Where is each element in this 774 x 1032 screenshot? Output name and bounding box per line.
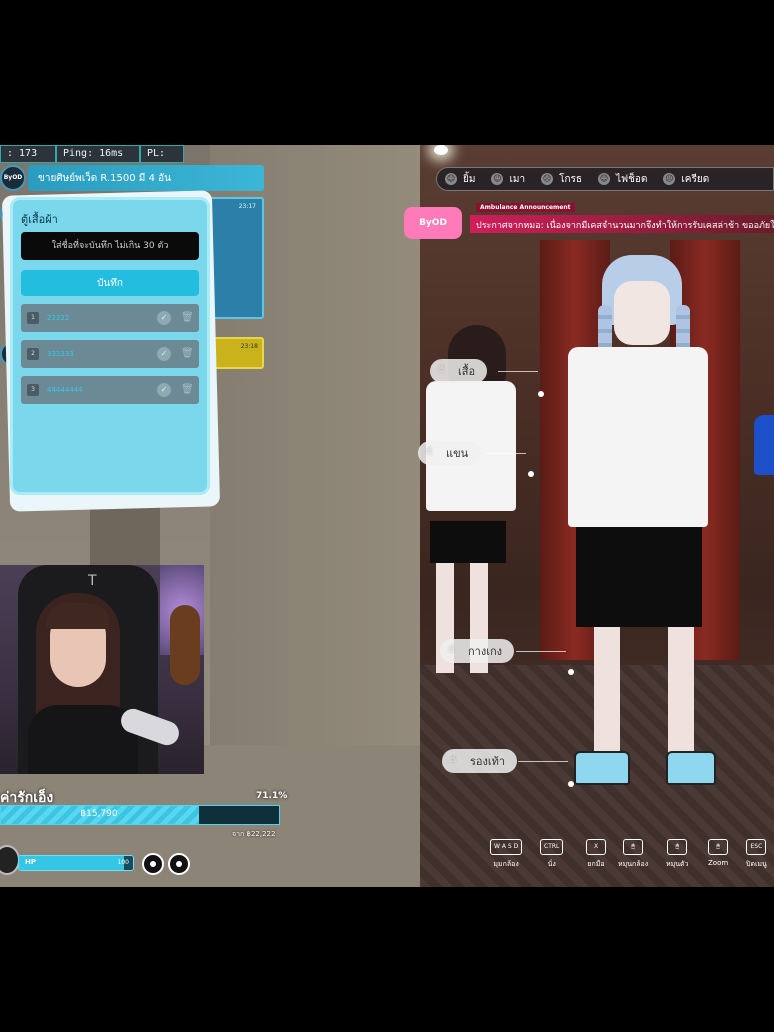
announcement-tag: Ambulance Announcement <box>476 203 575 212</box>
hint-raise-hand: X ยกมือ <box>586 833 606 870</box>
game-viewport: : 173 Ping: 16ms PL: 1% ByOD ขายศิษย์พเว… <box>0 145 774 887</box>
donation-progress-bar: ฿15,790 <box>0 805 280 825</box>
shock-icon: ☺ <box>597 173 610 185</box>
emote-smile[interactable]: ☺ ยิ้ม <box>445 172 475 187</box>
outfit-name: 333333 <box>47 350 74 358</box>
wardrobe-panel: ตู้เสื้อผ้า บันทึก 1 22222 ✓ 🗑 2 333333 … <box>10 197 210 495</box>
hint-sit: CTRL นั่ง <box>540 833 564 870</box>
quest-banner: ขายศิษย์พเว็ด R.1500 มี 4 อัน <box>28 165 264 191</box>
wasd-key-icon: W A S D <box>490 839 523 855</box>
chair-logo-icon: T <box>88 573 97 589</box>
outfit-number: 2 <box>27 348 39 360</box>
emote-angry[interactable]: ☹ โกรธ <box>541 172 582 187</box>
angry-icon: ☹ <box>541 173 554 185</box>
packet-loss-stat: PL: 1% <box>140 145 184 175</box>
outfit-name-input[interactable] <box>21 232 199 260</box>
hp-bar: HP 100 <box>18 855 134 871</box>
leader-line <box>518 761 568 762</box>
pointer-hand-icon: ☝ <box>450 754 457 765</box>
network-status-bar: : 173 Ping: 16ms PL: 1% <box>0 145 184 175</box>
emote-bar: ☺ ยิ้ม ☺ เมา ☹ โกรธ ☺ ไฟช็อต ☹ เครียด <box>436 167 774 191</box>
leader-line <box>498 371 538 372</box>
hint-zoom: 🖱 Zoom <box>708 833 728 867</box>
player-hud: HP 100 <box>0 845 200 881</box>
anchor-dot <box>538 391 544 397</box>
body-part-arm[interactable]: ☝ แขน <box>418 441 481 465</box>
outfit-row[interactable]: 2 333333 ✓ 🗑 <box>21 340 199 368</box>
pointer-hand-icon: ☝ <box>448 644 455 655</box>
delete-trash-icon[interactable]: 🗑 <box>181 347 194 361</box>
hp-label: HP <box>25 858 36 866</box>
hp-value: 100 <box>117 859 129 866</box>
body-part-pants[interactable]: ☝ กางเกง <box>440 639 514 663</box>
stress-icon: ☹ <box>663 173 676 185</box>
timestamp: 23:18 <box>240 343 258 350</box>
outfit-row[interactable]: 1 22222 ✓ 🗑 <box>21 304 199 332</box>
hint-camera: W A S D มุมกล้อง <box>490 833 523 870</box>
apply-check-icon[interactable]: ✓ <box>157 347 171 361</box>
announcement-logo: ByOD <box>404 207 462 239</box>
esc-key-icon: ESC <box>746 839 767 855</box>
key-hints-bar: W A S D มุมกล้อง CTRL นั่ง X ยกมือ 🖱 หมุนกล้… <box>490 833 774 869</box>
save-outfit-button[interactable]: บันทึก <box>21 270 199 296</box>
ping-stat: Ping: 16ms <box>56 145 140 163</box>
anchor-dot <box>568 669 574 675</box>
announcement-text: ประกาศจากหมอ: เนื่องจากมีเคสจำนวนมากจึงท… <box>470 215 774 233</box>
outfit-name: 44444444 <box>47 386 83 394</box>
hint-close-menu: ESC ปิดเมนู <box>746 833 767 870</box>
donation-target: จาก ฿22,222 <box>232 830 276 838</box>
wardrobe-title: ตู้เสื้อผ้า <box>21 213 58 226</box>
emote-shock[interactable]: ☺ ไฟช็อต <box>597 172 647 187</box>
fps-stat: : 173 <box>0 145 56 163</box>
drunk-icon: ☺ <box>491 173 504 185</box>
hunger-gauge-icon <box>142 853 164 875</box>
delete-trash-icon[interactable]: 🗑 <box>181 383 194 397</box>
leader-line <box>516 651 566 652</box>
outfit-name: 22222 <box>47 314 70 322</box>
guitar <box>170 605 200 685</box>
delete-trash-icon[interactable]: 🗑 <box>181 311 194 325</box>
apply-check-icon[interactable]: ✓ <box>157 311 171 325</box>
anchor-dot <box>568 781 574 787</box>
leader-line <box>486 453 526 454</box>
smile-icon: ☺ <box>445 173 457 185</box>
game-scene-right <box>420 145 774 887</box>
apply-check-icon[interactable]: ✓ <box>157 383 171 397</box>
mouse-icon: 🖱 <box>708 839 729 855</box>
thirst-gauge-icon <box>168 853 190 875</box>
mouse-icon: 🖱 <box>667 839 688 855</box>
body-part-shoes[interactable]: ☝ รองเท้า <box>442 749 518 773</box>
outfit-number: 3 <box>27 384 39 396</box>
outfit-number: 1 <box>27 312 39 324</box>
ceiling-light <box>434 145 448 155</box>
streamer-bangs <box>46 603 110 629</box>
donation-percent: 71.1% <box>256 791 288 801</box>
donation-amount: ฿15,790 <box>80 809 118 819</box>
pointer-hand-icon: ☝ <box>426 446 433 457</box>
player-avatar <box>0 845 20 875</box>
pointer-hand-icon: ☝ <box>438 364 445 375</box>
server-logo: ByOD <box>0 165 26 191</box>
mouse-icon: 🖱 <box>623 839 644 855</box>
streamer-webcam: T <box>0 565 204 774</box>
timestamp: 23:17 <box>238 203 256 210</box>
emote-stress[interactable]: ☹ เครียด <box>663 172 709 187</box>
ctrl-key-icon: CTRL <box>540 839 564 855</box>
anchor-dot <box>528 471 534 477</box>
hint-rotate-camera: 🖱 หมุนกล้อง <box>618 833 648 870</box>
body-part-shirt[interactable]: ☝ เสื้อ <box>430 359 488 383</box>
emote-drunk[interactable]: ☺ เมา <box>491 172 525 187</box>
hint-rotate-body: 🖱 หมุนตัว <box>666 833 689 870</box>
outfit-row[interactable]: 3 44444444 ✓ 🗑 <box>21 376 199 404</box>
x-key-icon: X <box>586 839 606 855</box>
